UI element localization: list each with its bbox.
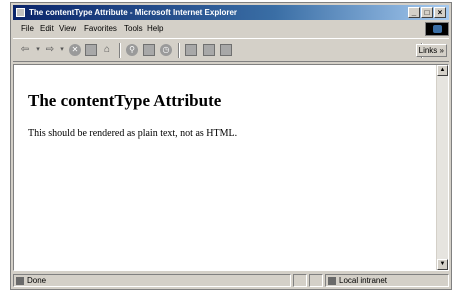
page-content: The contentType Attribute This should be… (13, 64, 449, 271)
status-pane (309, 274, 323, 287)
local-intranet-icon (328, 276, 336, 285)
menu-help[interactable]: Help (147, 24, 163, 33)
page-heading: The contentType Attribute (28, 91, 222, 110)
page-paragraph: This should be rendered as plain text, n… (28, 128, 238, 139)
title-bar[interactable]: The contentType Attribute - Microsoft In… (13, 5, 449, 20)
links-label: Links (418, 46, 438, 55)
zone-text: Local intranet (339, 276, 388, 285)
search-icon[interactable]: ⚲ (126, 44, 138, 56)
favorites-icon[interactable] (143, 44, 155, 56)
ie-app-icon[interactable] (16, 8, 25, 17)
back-icon[interactable]: ⇦ (19, 44, 31, 56)
window-title: The contentType Attribute - Microsoft In… (29, 8, 238, 17)
chevron-right-icon: » (439, 46, 444, 55)
maximize-button[interactable]: □ (421, 7, 433, 18)
zone-pane: Local intranet (325, 274, 449, 287)
forward-icon[interactable]: ⇨ (44, 44, 56, 56)
status-bar: Done Local intranet (13, 273, 449, 288)
close-button[interactable]: × (434, 7, 446, 18)
toolbar-separator (178, 43, 180, 58)
refresh-icon[interactable] (85, 44, 97, 56)
window-controls: _ □ × (408, 7, 446, 18)
menu-favorites[interactable]: Favorites (84, 24, 117, 33)
toolbar-separator (119, 43, 121, 58)
print-icon[interactable] (203, 44, 215, 56)
stop-icon[interactable]: ✕ (69, 44, 81, 56)
ie-throbber-logo (425, 22, 449, 36)
vertical-scrollbar[interactable]: ▲ ▼ (436, 65, 448, 270)
menu-tools[interactable]: Tools (124, 24, 143, 33)
minimize-button[interactable]: _ (408, 7, 420, 18)
back-dropdown-icon[interactable]: ▾ (35, 44, 41, 56)
status-text: Done (27, 276, 47, 285)
history-icon[interactable]: ◷ (160, 44, 172, 56)
menu-edit[interactable]: Edit (40, 24, 54, 33)
forward-dropdown-icon[interactable]: ▾ (59, 44, 65, 56)
page-done-icon (16, 276, 24, 285)
mail-icon[interactable] (185, 44, 197, 56)
home-icon[interactable]: ⌂ (101, 44, 113, 56)
status-text-pane: Done (13, 274, 291, 287)
menu-view[interactable]: View (59, 24, 76, 33)
scroll-down-icon[interactable]: ▼ (437, 259, 448, 270)
edit-icon[interactable] (220, 44, 232, 56)
browser-window: The contentType Attribute - Microsoft In… (10, 2, 452, 290)
scroll-up-icon[interactable]: ▲ (437, 65, 448, 76)
links-toolbar-button[interactable]: Links » (415, 44, 447, 57)
status-pane (293, 274, 307, 287)
menu-bar: File Edit View Favorites Tools Help (13, 22, 449, 36)
standard-toolbar: ⇦ ▾ ⇨ ▾ ✕ ⌂ ⚲ ◷ Links » (13, 38, 449, 62)
menu-file[interactable]: File (21, 24, 34, 33)
